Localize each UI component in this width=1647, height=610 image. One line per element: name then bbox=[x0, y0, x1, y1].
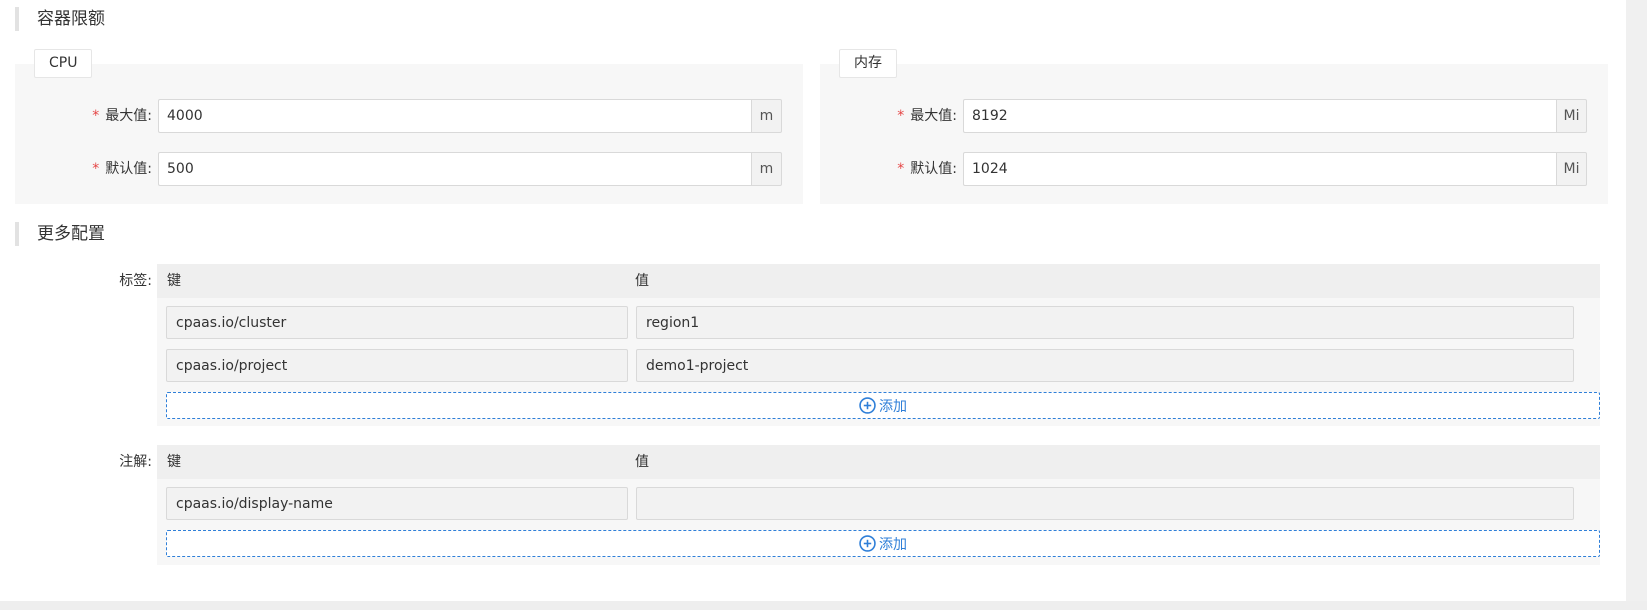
annotations-table-header: 键 值 bbox=[157, 445, 1600, 479]
cpu-default-field: 500 m bbox=[158, 152, 782, 186]
cpu-default-input[interactable]: 500 bbox=[158, 152, 751, 186]
labels-table-header: 键 值 bbox=[157, 264, 1600, 298]
memory-max-field: 8192 Mi bbox=[963, 99, 1587, 133]
labels-add-button[interactable]: 添加 bbox=[166, 392, 1600, 419]
required-mark: * bbox=[897, 161, 905, 177]
cpu-max-unit: m bbox=[751, 99, 782, 133]
cpu-default-label-text: 默认值: bbox=[105, 161, 152, 177]
page-scroll-gutter bbox=[1626, 0, 1647, 610]
labels-row-1-value[interactable]: region1 bbox=[636, 306, 1574, 339]
required-mark: * bbox=[92, 108, 100, 124]
required-mark: * bbox=[897, 108, 905, 124]
labels-field-label: 标签: bbox=[119, 273, 152, 289]
cpu-max-label-text: 最大值: bbox=[105, 108, 152, 124]
memory-max-unit: Mi bbox=[1556, 99, 1587, 133]
labels-row-2-value[interactable]: demo1-project bbox=[636, 349, 1574, 382]
required-mark: * bbox=[92, 161, 100, 177]
memory-max-label: * 最大值: bbox=[845, 99, 957, 133]
labels-add-label: 添加 bbox=[879, 398, 907, 415]
annotations-row-1-key[interactable]: cpaas.io/display-name bbox=[166, 487, 628, 520]
annotations-row-1-value[interactable] bbox=[636, 487, 1574, 520]
cpu-default-unit: m bbox=[751, 152, 782, 186]
annotations-key-header: 键 bbox=[167, 454, 181, 470]
memory-default-unit: Mi bbox=[1556, 152, 1587, 186]
plus-circle-icon bbox=[859, 397, 876, 414]
section-title-container-limits: 容器限额 bbox=[15, 7, 105, 31]
memory-default-label-text: 默认值: bbox=[910, 161, 957, 177]
annotations-field-label: 注解: bbox=[119, 454, 152, 470]
tab-memory[interactable]: 内存 bbox=[839, 49, 897, 78]
annotations-add-label: 添加 bbox=[879, 536, 907, 553]
memory-max-input[interactable]: 8192 bbox=[963, 99, 1556, 133]
plus-circle-icon bbox=[859, 535, 876, 552]
memory-max-label-text: 最大值: bbox=[910, 108, 957, 124]
labels-value-header: 值 bbox=[635, 273, 649, 289]
page-bottom-edge bbox=[0, 601, 1647, 610]
memory-default-label: * 默认值: bbox=[845, 152, 957, 186]
annotations-value-header: 值 bbox=[635, 454, 649, 470]
tab-cpu[interactable]: CPU bbox=[34, 49, 93, 78]
cpu-max-input[interactable]: 4000 bbox=[158, 99, 751, 133]
labels-row-2-key[interactable]: cpaas.io/project bbox=[166, 349, 628, 382]
section-title-more-config: 更多配置 bbox=[15, 222, 105, 246]
memory-default-field: 1024 Mi bbox=[963, 152, 1587, 186]
cpu-default-label: * 默认值: bbox=[40, 152, 152, 186]
labels-row-1-key[interactable]: cpaas.io/cluster bbox=[166, 306, 628, 339]
cpu-max-field: 4000 m bbox=[158, 99, 782, 133]
annotations-add-button[interactable]: 添加 bbox=[166, 530, 1600, 557]
memory-default-input[interactable]: 1024 bbox=[963, 152, 1556, 186]
cpu-max-label: * 最大值: bbox=[40, 99, 152, 133]
labels-key-header: 键 bbox=[167, 273, 181, 289]
